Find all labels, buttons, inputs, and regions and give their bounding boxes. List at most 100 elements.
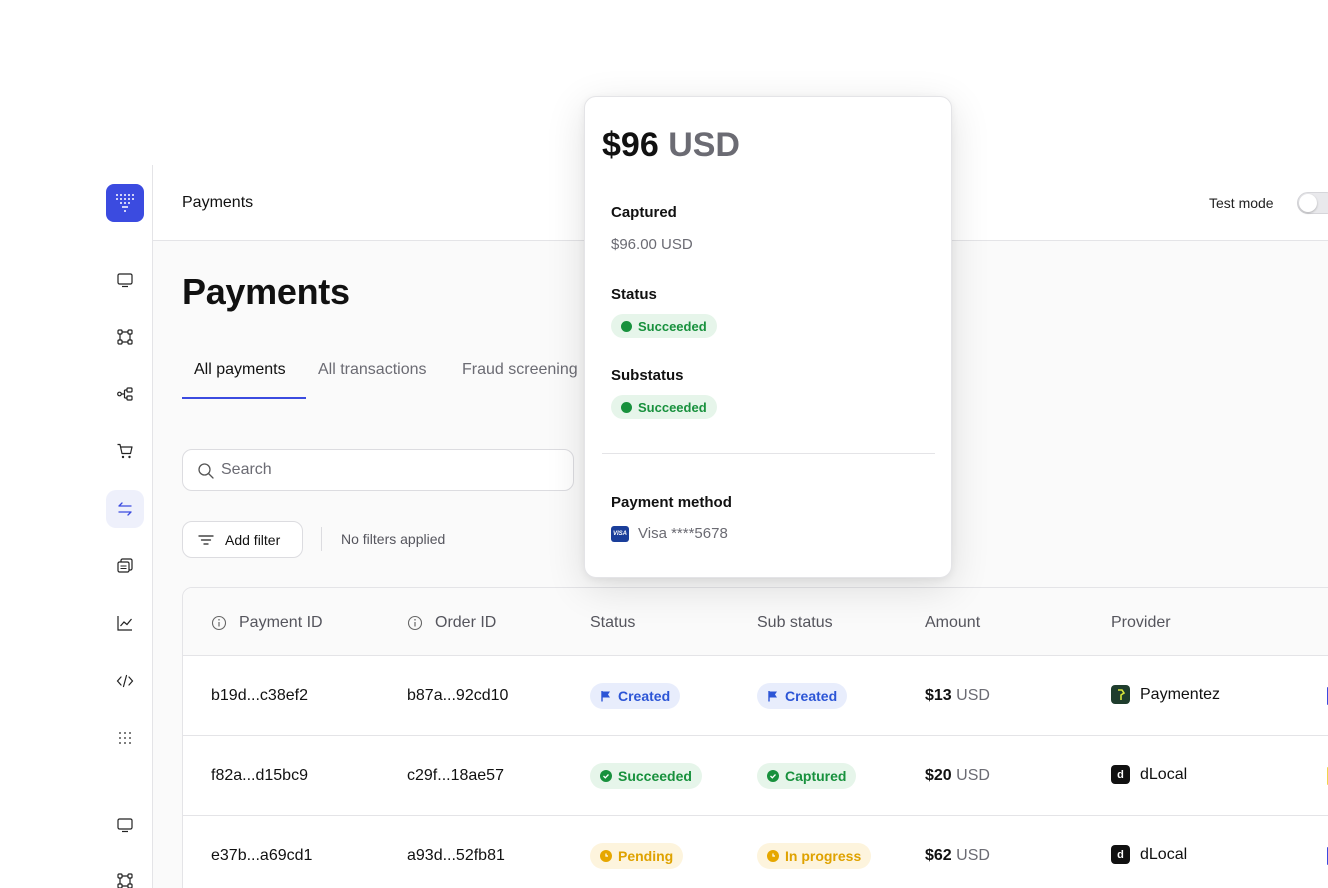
logo-dots-icon <box>116 194 134 212</box>
amount-value: $20 <box>925 767 952 784</box>
test-mode-toggle[interactable] <box>1297 192 1328 214</box>
sidebar-item-reconcile[interactable] <box>106 547 144 585</box>
status-badge: Succeeded <box>611 314 717 338</box>
sidebar-item-dashboard[interactable] <box>106 261 144 299</box>
active-tab-indicator <box>182 397 306 399</box>
dlocal-logo-icon: d <box>1111 765 1130 784</box>
sub-status-text: In progress <box>785 848 862 864</box>
grid-icon <box>119 732 131 744</box>
column-label: Payment ID <box>239 614 323 631</box>
sidebar-item-analytics[interactable] <box>106 604 144 642</box>
sidebar-item-flow[interactable] <box>106 318 144 356</box>
sub-status-badge: In progress <box>757 843 872 869</box>
column-header-status[interactable]: Status <box>590 614 635 632</box>
status-text: Created <box>618 688 671 704</box>
column-header-order-id[interactable]: Order ID <box>407 614 496 632</box>
dlocal-logo-icon: d <box>1111 845 1130 864</box>
provider-cell: d dLocal <box>1111 765 1187 784</box>
info-icon[interactable] <box>211 615 227 631</box>
substatus-label: Substatus <box>611 367 684 384</box>
monitor-icon <box>117 818 133 833</box>
order-id-cell: b87a...92cd10 <box>407 687 509 704</box>
code-icon <box>116 674 134 688</box>
sidebar-item-flow-2[interactable] <box>106 862 144 888</box>
substatus-value: Succeeded <box>638 399 707 415</box>
amount-cell: $20 USD <box>925 767 990 785</box>
provider-name: Paymentez <box>1140 685 1221 703</box>
sidebar <box>96 165 153 888</box>
tab-all-payments[interactable]: All payments <box>194 361 286 379</box>
filter-divider <box>321 527 322 551</box>
provider-name: dLocal <box>1140 765 1188 783</box>
sidebar-item-transactions[interactable] <box>106 490 144 528</box>
payment-method-row: VISA Visa ****5678 <box>611 525 728 542</box>
status-label: Status <box>611 286 657 303</box>
app-frame: Payments Test mode Payments All payments… <box>0 0 1328 888</box>
sidebar-item-workflow[interactable] <box>106 375 144 413</box>
sidebar-item-dashboard-2[interactable] <box>106 806 144 844</box>
search-input[interactable] <box>221 450 561 490</box>
provider-cell: Paymentez <box>1111 685 1220 704</box>
info-icon[interactable] <box>407 615 423 631</box>
filter-icon <box>198 534 214 545</box>
amount-currency: USD <box>956 687 990 704</box>
amount-currency: USD <box>956 847 990 864</box>
check-circle-icon <box>600 770 612 782</box>
captured-label: Captured <box>611 204 677 221</box>
column-header-amount[interactable]: Amount <box>925 614 980 632</box>
clock-icon <box>767 850 779 862</box>
sidebar-item-apps[interactable] <box>106 719 144 757</box>
flow-icon <box>117 873 133 888</box>
order-id-cell: c29f...18ae57 <box>407 767 504 784</box>
status-text: Pending <box>618 848 674 864</box>
payment-method-value: Visa ****5678 <box>638 525 728 542</box>
workflow-icon <box>117 387 133 401</box>
column-header-payment-id[interactable]: Payment ID <box>211 614 323 632</box>
add-filter-button[interactable]: Add filter <box>182 521 303 558</box>
amount-currency: USD <box>956 767 990 784</box>
cart-icon <box>117 443 133 459</box>
search-box <box>182 449 574 491</box>
popover-amount-value: $96 <box>602 126 659 164</box>
search-icon <box>198 463 214 479</box>
logo-icon[interactable] <box>106 184 144 222</box>
payments-table: Payment ID Order ID Status Sub status Am… <box>182 587 1328 888</box>
status-badge: Pending <box>590 843 684 869</box>
tab-fraud-screening[interactable]: Fraud screening <box>462 361 578 379</box>
flow-icon <box>117 329 133 345</box>
visa-card-icon: VISA <box>611 525 629 542</box>
payment-method-label: Payment method <box>611 494 732 511</box>
topbar-title: Payments <box>182 194 254 211</box>
popover-amount: $96 USD <box>602 126 740 165</box>
amount-value: $62 <box>925 847 952 864</box>
amount-cell: $62 USD <box>925 847 990 865</box>
chart-icon <box>117 616 132 631</box>
provider-name: dLocal <box>1140 845 1188 863</box>
table-row[interactable]: b19d...c38ef2 b87a...92cd10 Created Crea… <box>183 656 1328 736</box>
check-circle-icon <box>621 401 632 413</box>
provider-cell: d dLocal <box>1111 845 1187 864</box>
check-circle-icon <box>767 770 779 782</box>
table-header: Payment ID Order ID Status Sub status Am… <box>183 588 1328 656</box>
test-mode-label: Test mode <box>1209 195 1274 211</box>
paymentez-mark-icon <box>1117 688 1125 700</box>
column-header-sub-status[interactable]: Sub status <box>757 614 833 632</box>
table-row[interactable]: f82a...d15bc9 c29f...18ae57 Succeeded Ca… <box>183 736 1328 816</box>
filters-status: No filters applied <box>341 531 446 547</box>
sidebar-item-cart[interactable] <box>106 432 144 470</box>
toggle-knob <box>1299 194 1317 212</box>
payment-id-cell: f82a...d15bc9 <box>211 767 308 784</box>
reconcile-icon <box>117 558 133 573</box>
column-header-provider[interactable]: Provider <box>1111 614 1171 632</box>
column-label: Order ID <box>435 614 497 631</box>
sidebar-item-developers[interactable] <box>106 662 144 700</box>
popover-divider <box>602 453 935 454</box>
paymentez-logo-icon <box>1111 685 1130 704</box>
captured-value: $96.00 USD <box>611 236 693 253</box>
check-circle-icon <box>621 320 632 332</box>
status-badge: Succeeded <box>590 763 702 789</box>
tab-all-transactions[interactable]: All transactions <box>318 361 427 379</box>
clock-icon <box>600 850 612 862</box>
monitor-icon <box>117 273 133 288</box>
table-row[interactable]: e37b...a69cd1 a93d...52fb81 Pending In p… <box>183 816 1328 888</box>
